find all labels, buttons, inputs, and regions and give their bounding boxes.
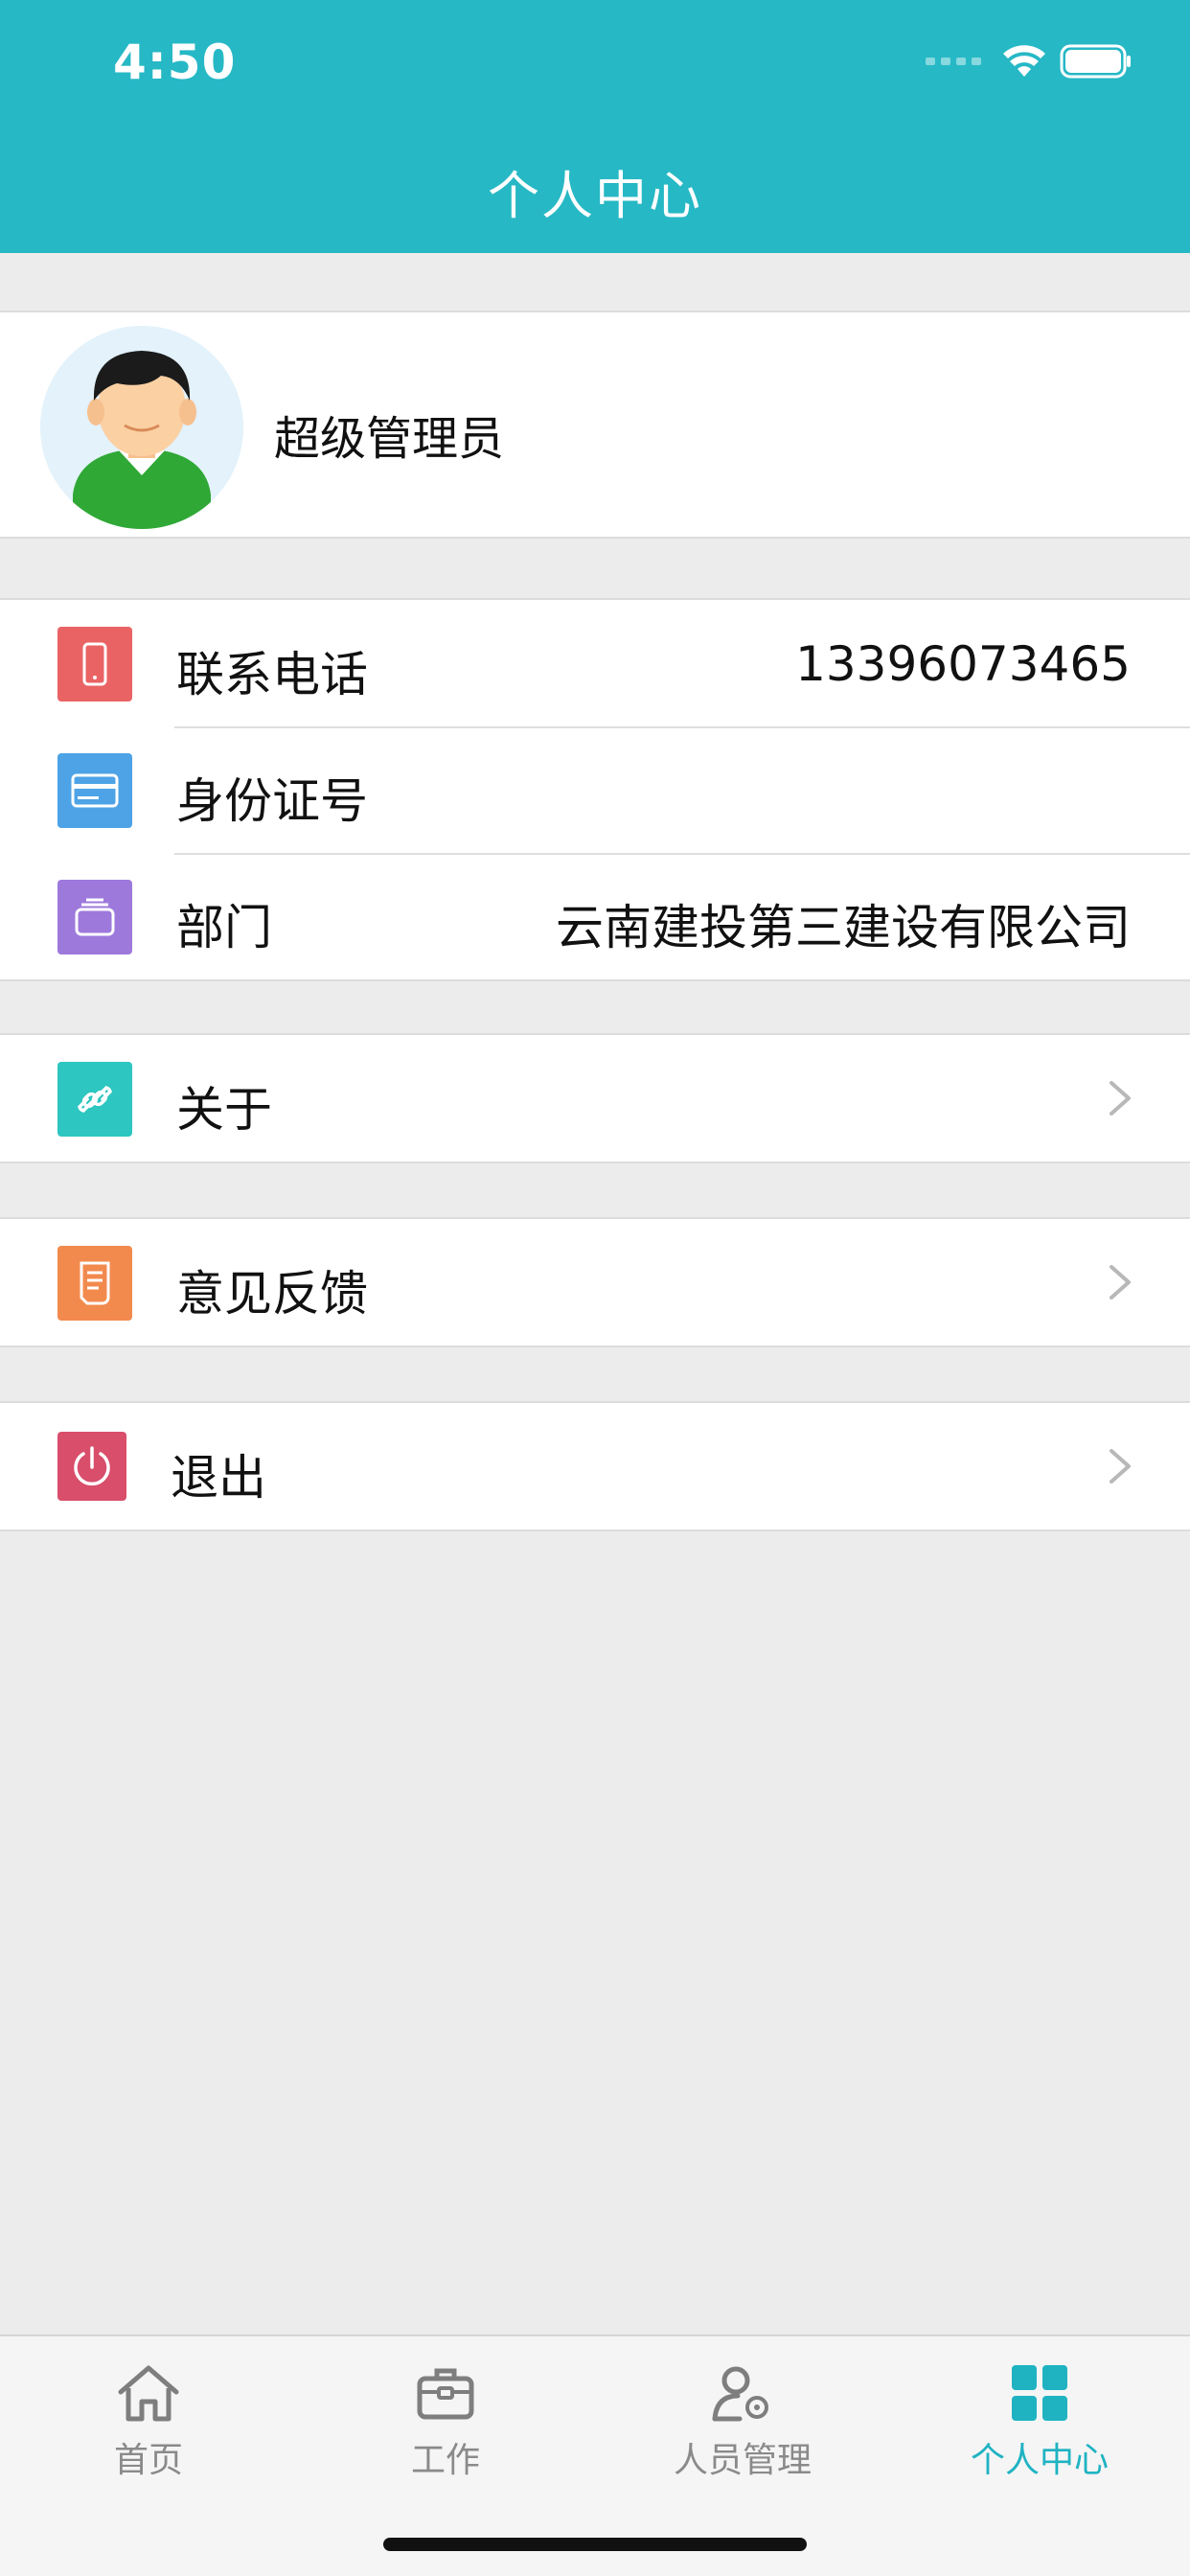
wifi-icon — [1003, 45, 1045, 77]
cellular-signal-icon — [926, 58, 981, 65]
info-value: 云南建投第三建设有限公司 — [556, 900, 1131, 955]
tab-label: 个人中心 — [970, 2441, 1109, 2480]
about-group: 关于 — [0, 1033, 1190, 1163]
department-icon — [57, 880, 132, 954]
feedback-row[interactable]: 意见反馈 — [0, 1219, 1190, 1346]
phone-icon — [57, 627, 132, 702]
user-avatar-icon — [40, 326, 243, 529]
status-icons — [926, 42, 1133, 80]
logout-label: 退出 — [171, 1450, 266, 1506]
tab-label: 工作 — [410, 2441, 480, 2480]
about-label: 关于 — [176, 1082, 272, 1138]
power-icon — [57, 1432, 126, 1501]
tab-work[interactable]: 工作 — [350, 2363, 541, 2482]
about-row[interactable]: 关于 — [0, 1035, 1190, 1162]
tab-label: 人员管理 — [673, 2441, 812, 2480]
home-indicator[interactable] — [383, 2538, 807, 2551]
info-label: 联系电话 — [176, 647, 368, 702]
id-card-icon — [57, 753, 132, 828]
tab-label: 首页 — [113, 2441, 183, 2480]
tab-personnel[interactable]: 人员管理 — [647, 2363, 838, 2482]
header-bar: 4:50 个人中心 — [0, 0, 1190, 253]
info-label: 身份证号 — [176, 773, 368, 829]
profile-name: 超级管理员 — [274, 412, 505, 466]
feedback-label: 意见反馈 — [176, 1266, 368, 1322]
info-row-department[interactable]: 部门 云南建投第三建设有限公司 — [0, 853, 1190, 979]
tab-home[interactable]: 首页 — [53, 2363, 244, 2482]
tab-personal-center[interactable]: 个人中心 — [944, 2363, 1135, 2482]
info-label: 部门 — [176, 900, 272, 955]
feedback-icon — [57, 1246, 132, 1321]
info-row-phone[interactable]: 联系电话 13396073465 — [0, 600, 1190, 726]
chevron-right-icon — [1110, 1449, 1131, 1484]
info-value: 13396073465 — [795, 636, 1131, 692]
app-screen: 4:50 个人中心 超级管理员 联系电话 13396073465 身份证号 部门… — [0, 0, 1190, 2576]
link-icon — [57, 1062, 132, 1137]
logout-group: 退出 — [0, 1401, 1190, 1531]
logout-row[interactable]: 退出 — [0, 1403, 1190, 1530]
chevron-right-icon — [1110, 1265, 1131, 1300]
user-settings-icon — [712, 2366, 768, 2422]
info-row-id-number[interactable]: 身份证号 — [0, 726, 1190, 853]
briefcase-icon — [417, 2368, 474, 2420]
profile-card[interactable]: 超级管理员 — [0, 310, 1190, 539]
feedback-group: 意见反馈 — [0, 1217, 1190, 1347]
battery-icon — [1060, 44, 1131, 79]
status-time: 4:50 — [113, 34, 237, 90]
chevron-right-icon — [1110, 1081, 1131, 1116]
home-icon — [118, 2365, 179, 2422]
grid-icon — [1012, 2365, 1067, 2421]
info-group: 联系电话 13396073465 身份证号 部门 云南建投第三建设有限公司 — [0, 598, 1190, 981]
page-title: 个人中心 — [488, 166, 702, 226]
avatar — [40, 326, 243, 529]
